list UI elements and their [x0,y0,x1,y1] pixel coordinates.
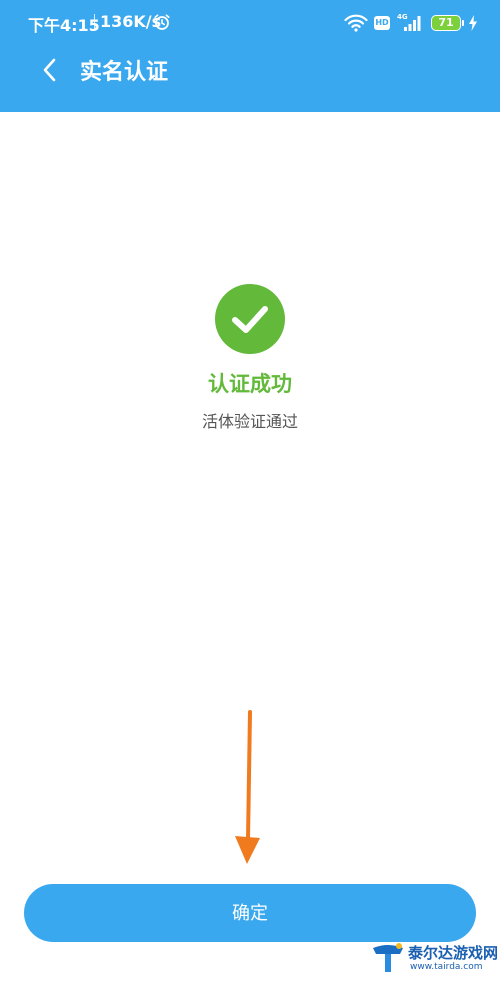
site-watermark: 泰尔达游戏网 www.tairda.com [360,934,500,984]
success-indicator [215,284,285,354]
hd-badge: HD [374,16,390,30]
success-title: 认证成功 [208,372,292,396]
battery-indicator: 71 [431,15,461,31]
back-icon[interactable] [40,56,62,84]
app-header: 下午4:15 136K/s HD 4G 71 实名认证 [0,0,500,112]
watermark-url: www.tairda.com [410,962,483,972]
check-icon [232,306,268,333]
status-separator [94,14,95,30]
watermark-logo-icon [373,943,403,972]
status-net-speed: 136K/s [100,12,162,31]
battery-tip [462,20,464,26]
status-time: 下午4:15 [28,16,100,35]
bolt-icon [469,15,477,31]
watermark-name: 泰尔达游戏网 [408,944,499,962]
page-title: 实名认证 [80,60,169,85]
success-subtitle: 活体验证通过 [201,412,298,431]
alarm-icon [154,14,170,30]
arrow-down-icon [235,710,260,864]
signal-icon: 4G [397,13,421,31]
network-type-label: 4G [397,13,408,21]
status-bar: 下午4:15 136K/s HD 4G 71 [0,0,500,46]
wifi-icon [344,14,368,32]
